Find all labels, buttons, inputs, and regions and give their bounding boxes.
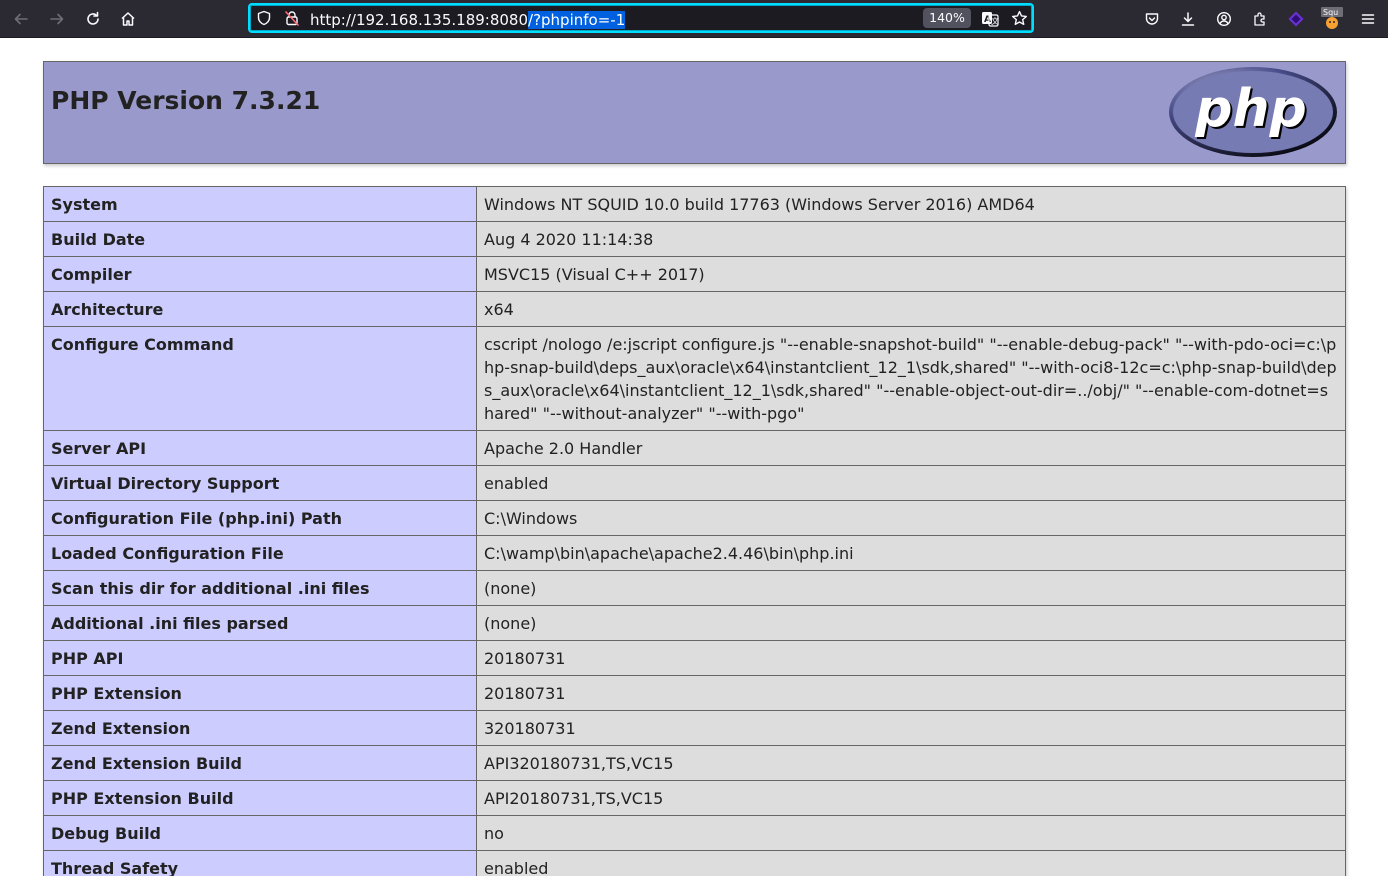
row-key: Virtual Directory Support bbox=[43, 465, 477, 501]
row-key: Thread Safety bbox=[43, 850, 477, 876]
download-icon bbox=[1181, 12, 1195, 26]
translate-icon[interactable]: A 文 bbox=[981, 10, 999, 28]
table-row: Configure Command cscript /nologo /e:jscr… bbox=[43, 326, 1346, 431]
arrow-left-icon bbox=[14, 13, 28, 25]
row-value: (none) bbox=[476, 605, 1346, 641]
table-row: Thread Safety enabled bbox=[43, 850, 1346, 876]
row-key: Loaded Configuration File bbox=[43, 535, 477, 571]
insecure-lock-icon[interactable] bbox=[284, 10, 300, 26]
browser-toolbar: http://192.168.135.189:8080/?phpinfo=-1 … bbox=[0, 0, 1388, 38]
table-row: PHP Extension 20180731 bbox=[43, 675, 1346, 711]
page-title: PHP Version 7.3.21 bbox=[51, 86, 321, 115]
table-row: Scan this dir for additional .ini files(… bbox=[43, 570, 1346, 606]
table-row: Build Date Aug 4 2020 11:14:38 bbox=[43, 221, 1346, 257]
row-key: Additional .ini files parsed bbox=[43, 605, 477, 641]
row-key: Configure Command bbox=[43, 326, 477, 431]
table-row: Debug Build no bbox=[43, 815, 1346, 851]
table-row: Additional .ini files parsed (none) bbox=[43, 605, 1346, 641]
table-row: Zend Extension Build API320180731,TS,VC15 bbox=[43, 745, 1346, 781]
row-key: Zend Extension Build bbox=[43, 745, 477, 781]
table-row: System Windows NT SQUID 10.0 build 17763 … bbox=[43, 186, 1346, 222]
home-button[interactable] bbox=[114, 5, 142, 33]
svg-text:文: 文 bbox=[991, 16, 999, 26]
php-info-table: System Windows NT SQUID 10.0 build 17763 … bbox=[43, 186, 1346, 876]
row-key: PHP Extension bbox=[43, 675, 477, 711]
fox-extension-icon: Squ bbox=[1321, 7, 1343, 29]
row-value: cscript /nologo /e:jscript configure.js … bbox=[476, 326, 1346, 431]
php-version-header: PHP Version 7.3.21 php php bbox=[43, 61, 1346, 164]
row-value: (none) bbox=[476, 570, 1346, 606]
php-logo: php php bbox=[1169, 67, 1337, 157]
table-row: Architecture x64 bbox=[43, 291, 1346, 327]
home-icon bbox=[121, 12, 135, 26]
app-menu-button[interactable] bbox=[1354, 5, 1382, 33]
row-key: Compiler bbox=[43, 256, 477, 292]
svg-text:A: A bbox=[984, 15, 991, 25]
table-row: Virtual Directory Support enabled bbox=[43, 465, 1346, 501]
row-value: no bbox=[476, 815, 1346, 851]
row-value: 20180731 bbox=[476, 675, 1346, 711]
shield-icon[interactable] bbox=[256, 10, 272, 26]
row-key: Architecture bbox=[43, 291, 477, 327]
row-key: Server API bbox=[43, 430, 477, 466]
table-row: PHP API 20180731 bbox=[43, 640, 1346, 676]
row-value: Apache 2.0 Handler bbox=[476, 430, 1346, 466]
table-row: Server API Apache 2.0 Handler bbox=[43, 430, 1346, 466]
pocket-icon bbox=[1145, 13, 1159, 25]
url-selected: /?phpinfo=-1 bbox=[528, 11, 626, 29]
table-row: Configuration File (php.ini) Path C:\Wind… bbox=[43, 500, 1346, 536]
row-value: enabled bbox=[476, 465, 1346, 501]
row-value: MSVC15 (Visual C++ 2017) bbox=[476, 256, 1346, 292]
account-button[interactable] bbox=[1210, 5, 1238, 33]
puzzle-icon bbox=[1254, 12, 1265, 26]
table-row: Zend Extension 320180731 bbox=[43, 710, 1346, 746]
downloads-button[interactable] bbox=[1174, 5, 1202, 33]
php-logo-text-highlight: php bbox=[1194, 79, 1306, 139]
extension-squ-button[interactable]: Squ bbox=[1318, 5, 1346, 33]
url-base: http://192.168.135.189:8080 bbox=[310, 11, 529, 29]
zoom-level-badge[interactable]: 140% bbox=[923, 8, 971, 28]
row-value: C:\Windows bbox=[476, 500, 1346, 536]
row-value: enabled bbox=[476, 850, 1346, 876]
row-key: Configuration File (php.ini) Path bbox=[43, 500, 477, 536]
extension-badge-text: Squ bbox=[1323, 8, 1338, 17]
row-value: 20180731 bbox=[476, 640, 1346, 676]
row-value: C:\wamp\bin\apache\apache2.4.46\bin\php.… bbox=[476, 535, 1346, 571]
reload-icon bbox=[87, 11, 99, 25]
bookmark-star-icon[interactable] bbox=[1011, 10, 1028, 27]
pocket-button[interactable] bbox=[1138, 5, 1166, 33]
row-key: Debug Build bbox=[43, 815, 477, 851]
row-value: Aug 4 2020 11:14:38 bbox=[476, 221, 1346, 257]
row-key: Scan this dir for additional .ini files bbox=[43, 570, 477, 606]
table-row: PHP Extension Build API20180731,TS,VC15 bbox=[43, 780, 1346, 816]
back-button[interactable] bbox=[7, 5, 35, 33]
table-row: Loaded Configuration File C:\wamp\bin\apa… bbox=[43, 535, 1346, 571]
account-icon bbox=[1216, 11, 1232, 27]
row-key: Build Date bbox=[43, 221, 477, 257]
row-value: x64 bbox=[476, 291, 1346, 327]
arrow-right-icon bbox=[50, 13, 64, 25]
url-bar[interactable]: http://192.168.135.189:8080/?phpinfo=-1 … bbox=[248, 3, 1034, 33]
purple-diamond-icon bbox=[1288, 11, 1304, 27]
phpinfo-page: PHP Version 7.3.21 php php System Windows… bbox=[0, 39, 1388, 876]
row-value: API320180731,TS,VC15 bbox=[476, 745, 1346, 781]
row-key: PHP Extension Build bbox=[43, 780, 477, 816]
row-key: PHP API bbox=[43, 640, 477, 676]
row-value: API20180731,TS,VC15 bbox=[476, 780, 1346, 816]
url-text[interactable]: http://192.168.135.189:8080/?phpinfo=-1 bbox=[310, 10, 626, 30]
extension-purple-button[interactable] bbox=[1282, 5, 1310, 33]
row-value: 320180731 bbox=[476, 710, 1346, 746]
table-row: Compiler MSVC15 (Visual C++ 2017) bbox=[43, 256, 1346, 292]
row-key: Zend Extension bbox=[43, 710, 477, 746]
extensions-button[interactable] bbox=[1246, 5, 1274, 33]
row-key: System bbox=[43, 186, 477, 222]
reload-button[interactable] bbox=[79, 5, 107, 33]
hamburger-menu-icon bbox=[1361, 14, 1375, 24]
row-value: Windows NT SQUID 10.0 build 17763 (Windo… bbox=[476, 186, 1346, 222]
forward-button[interactable] bbox=[43, 5, 71, 33]
